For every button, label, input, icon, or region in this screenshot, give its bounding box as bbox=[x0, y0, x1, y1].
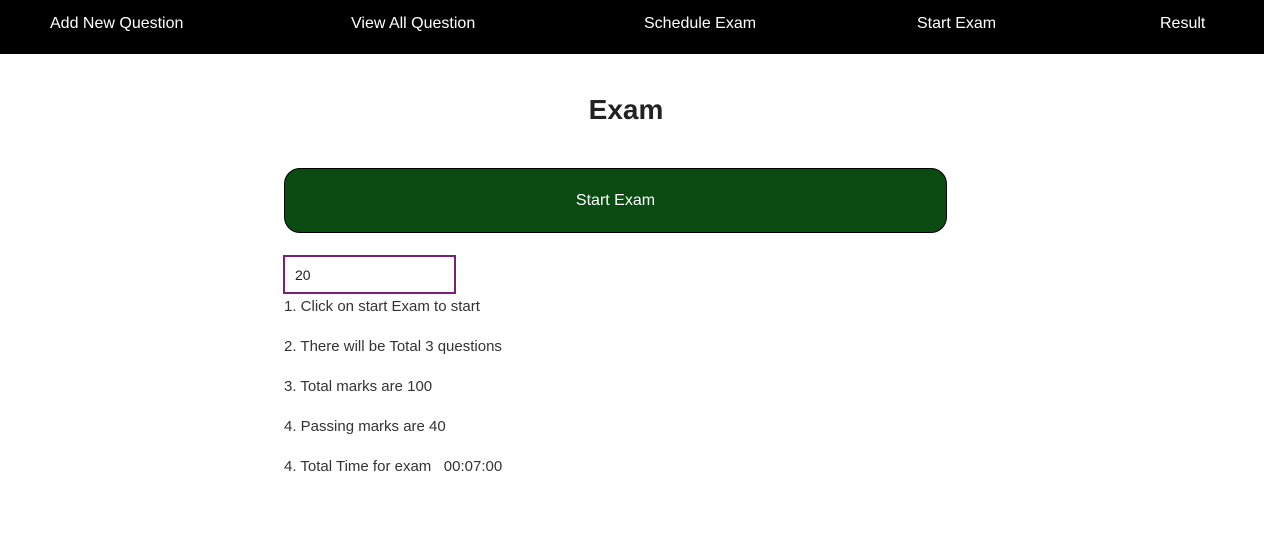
instruction-item: 2. There will be Total 3 questions bbox=[284, 338, 502, 355]
start-exam-button[interactable]: Start Exam bbox=[284, 168, 947, 233]
instruction-item: 3. Total marks are 100 bbox=[284, 378, 433, 395]
instruction-item: 4. Total Time for exam 00:07:00 bbox=[284, 458, 503, 475]
question-count-input[interactable] bbox=[283, 255, 456, 294]
nav-view-all-question[interactable]: View All Question bbox=[351, 0, 475, 47]
top-nav-bar: Add New Question View All Question Sched… bbox=[0, 0, 1264, 54]
page-title: Exam bbox=[588, 94, 664, 125]
instruction-item: 1. Click on start Exam to start bbox=[284, 298, 480, 315]
nav-start-exam[interactable]: Start Exam bbox=[917, 0, 996, 47]
nav-add-new-question[interactable]: Add New Question bbox=[50, 0, 183, 47]
nav-result[interactable]: Result bbox=[1160, 0, 1205, 47]
nav-schedule-exam[interactable]: Schedule Exam bbox=[644, 0, 756, 47]
instruction-item: 4. Passing marks are 40 bbox=[284, 418, 446, 435]
